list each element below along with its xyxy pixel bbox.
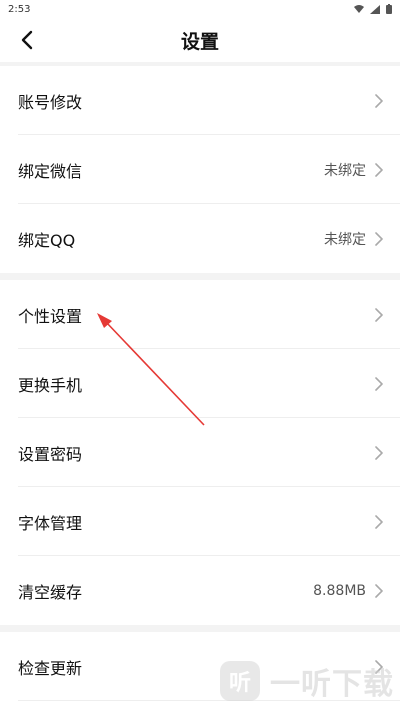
setting-row-personalization[interactable]: 个性设置 (0, 280, 400, 349)
battery-icon (386, 4, 392, 14)
setting-row-bind-qq[interactable]: 绑定QQ 未绑定 (0, 204, 400, 273)
chevron-right-icon (375, 583, 383, 598)
watermark-text: 一听下载 (270, 667, 394, 702)
watermark-logo-icon: 听 (220, 661, 260, 701)
row-label: 绑定QQ (18, 230, 76, 250)
signal-icon (370, 4, 380, 14)
chevron-right-icon (375, 307, 383, 322)
row-label: 清空缓存 (18, 582, 83, 602)
status-icons (354, 4, 392, 14)
setting-row-change-phone[interactable]: 更换手机 (0, 349, 400, 418)
row-label: 检查更新 (18, 658, 83, 678)
row-value: 8.88MB (313, 582, 366, 599)
row-label: 字体管理 (18, 513, 83, 533)
setting-row-clear-cache[interactable]: 清空缓存 8.88MB (0, 556, 400, 625)
setting-row-set-password[interactable]: 设置密码 (0, 418, 400, 487)
row-label: 更换手机 (18, 375, 83, 395)
section-gap (0, 625, 400, 632)
chevron-right-icon (375, 162, 383, 177)
setting-row-account-edit[interactable]: 账号修改 (0, 66, 400, 135)
row-label: 账号修改 (18, 92, 83, 112)
section-gap (0, 273, 400, 280)
nav-bar: 设置 (0, 18, 400, 62)
chevron-right-icon (375, 514, 383, 529)
row-label: 设置密码 (18, 444, 83, 464)
row-value: 未绑定 (324, 162, 366, 179)
status-time: 2:53 (8, 3, 31, 15)
chevron-right-icon (375, 376, 383, 391)
row-label: 个性设置 (18, 306, 83, 326)
row-label: 绑定微信 (18, 161, 83, 181)
setting-row-font-manage[interactable]: 字体管理 (0, 487, 400, 556)
back-button[interactable] (14, 27, 40, 53)
chevron-left-icon (21, 30, 33, 50)
chevron-right-icon (375, 93, 383, 108)
page-title: 设置 (180, 30, 219, 53)
chevron-right-icon (375, 445, 383, 460)
status-bar: 2:53 (0, 0, 400, 18)
row-value: 未绑定 (324, 231, 366, 248)
watermark: 听 一听下载 (220, 659, 394, 703)
setting-row-bind-wechat[interactable]: 绑定微信 未绑定 (0, 135, 400, 204)
wifi-icon (354, 4, 364, 13)
chevron-right-icon (375, 231, 383, 246)
